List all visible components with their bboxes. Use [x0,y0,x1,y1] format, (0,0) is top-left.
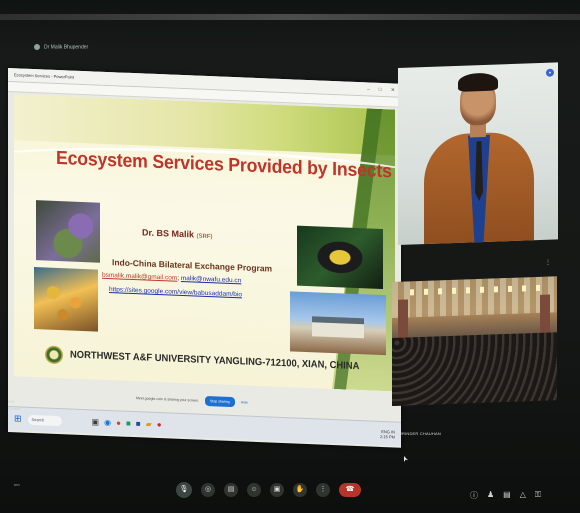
powerpoint-caption: Ecosystem Services - PowerPoint [14,72,75,80]
university-name: NORTHWEST A&F UNIVERSITY YANGLING-712100… [70,349,360,373]
website-link[interactable]: https://sites.google.com/view/babusaddam… [109,286,242,298]
taskbar-search[interactable]: Search [27,414,62,426]
call-controls: 🎙 ◎ ▤ ☺ ▣ ✋ ⋮ ☎ [176,482,361,498]
powerpoint-icon[interactable]: ● [157,420,162,429]
close-button[interactable]: ✕ [391,87,395,93]
author-suffix: (SRF) [196,233,213,241]
captions-icon[interactable]: ▤ [224,483,238,497]
mic-icon[interactable]: 🎙 [176,482,192,498]
campus-building [312,316,364,339]
side-label: Screen [8,406,21,411]
hall-ceiling [392,276,557,318]
side-labels: FDI Screen [8,398,21,412]
projection-screen-edge [0,14,580,20]
participant-name: SURINDER CHAUHAN [396,431,441,436]
activities-icon[interactable]: △ [520,490,526,501]
email-link-nwafu[interactable]: malik@nwafu.edu.cn [181,275,241,284]
windows-start-icon[interactable]: ⊞ [14,413,22,424]
hide-share-bar-button[interactable]: Hide [241,400,248,404]
email-separator: ; [177,274,180,282]
info-icon[interactable]: ⓘ [470,490,478,501]
task-view-icon[interactable]: ▣ [92,417,100,426]
university-campus-photo [290,291,386,356]
chrome-icon[interactable]: ● [116,418,121,427]
speaker-video-tile[interactable]: ● [398,62,558,246]
raise-hand-icon[interactable]: ✋ [293,483,307,497]
window-controls: – □ ✕ [367,86,395,93]
shared-powerpoint-window: Ecosystem Services - PowerPoint – □ ✕ Ec… [8,68,401,448]
taskbar-apps: ▣ ◉ ● ■ ■ ▰ ● [92,417,162,429]
university-logo [45,345,63,365]
exchange-program: Indo-China Bilateral Exchange Program [112,257,273,274]
email-line: bsmalik.malik@gmail.com; malik@nwafu.edu… [102,272,241,285]
screen-share-bar: Meet.google.com is sharing your screen. … [136,393,248,408]
author-text: Dr. BS Malik [142,227,195,240]
bees-on-flowers-photo [34,267,98,332]
hall-audience [392,332,557,406]
folder-icon[interactable]: ▰ [146,420,152,429]
meeting-code: nm [14,482,20,487]
email-link-gmail[interactable]: bsmalik.malik@gmail.com [102,272,177,282]
share-message: Meet.google.com is sharing your screen. [136,396,200,403]
meet-window-title: Dr Malik Bhupender [34,44,88,50]
presentation-slide: Ecosystem Services Provided by Insects D… [14,94,395,392]
maximize-button[interactable]: □ [379,86,382,92]
meet-logo-icon [34,44,40,50]
people-icon[interactable]: ♟ [487,490,494,501]
meet-control-bar: nm 🎙 ◎ ▤ ☺ ▣ ✋ ⋮ ☎ ⓘ ♟ ▤ △ ⚿ [0,472,580,513]
meet-title-text: Dr Malik Bhupender [44,44,89,51]
end-call-icon[interactable]: ☎ [339,483,361,497]
stop-sharing-button[interactable]: Stop sharing [205,395,235,408]
yellow-butterfly-photo [297,225,383,290]
tray-clock: 2:15 PM [380,433,395,440]
lecture-hall-video-tile[interactable] [392,276,557,406]
speaker-hair [458,72,498,92]
side-label: FDI [8,399,15,404]
present-icon[interactable]: ▣ [270,483,284,497]
excel-icon[interactable]: ■ [126,419,131,428]
author-name: Dr. BS Malik (SRF) [142,227,213,240]
minimize-button[interactable]: – [367,86,370,92]
emoji-icon[interactable]: ☺ [247,483,261,497]
system-tray: ENG IN 2:15 PM [380,428,395,439]
camera-icon[interactable]: ◎ [201,483,215,497]
more-options-icon[interactable]: ⋮ [316,483,330,497]
chat-icon[interactable]: ▤ [503,490,511,501]
more-options-icon[interactable]: ⋮ [545,259,551,266]
meet-side-controls: ⓘ ♟ ▤ △ ⚿ [470,490,541,501]
speaking-indicator-icon: ● [546,68,554,77]
edge-browser-icon[interactable]: ◉ [104,418,111,427]
butterfly-on-lavender-photo [36,200,100,263]
word-icon[interactable]: ■ [136,419,141,428]
lock-icon[interactable]: ⚿ [535,490,541,501]
